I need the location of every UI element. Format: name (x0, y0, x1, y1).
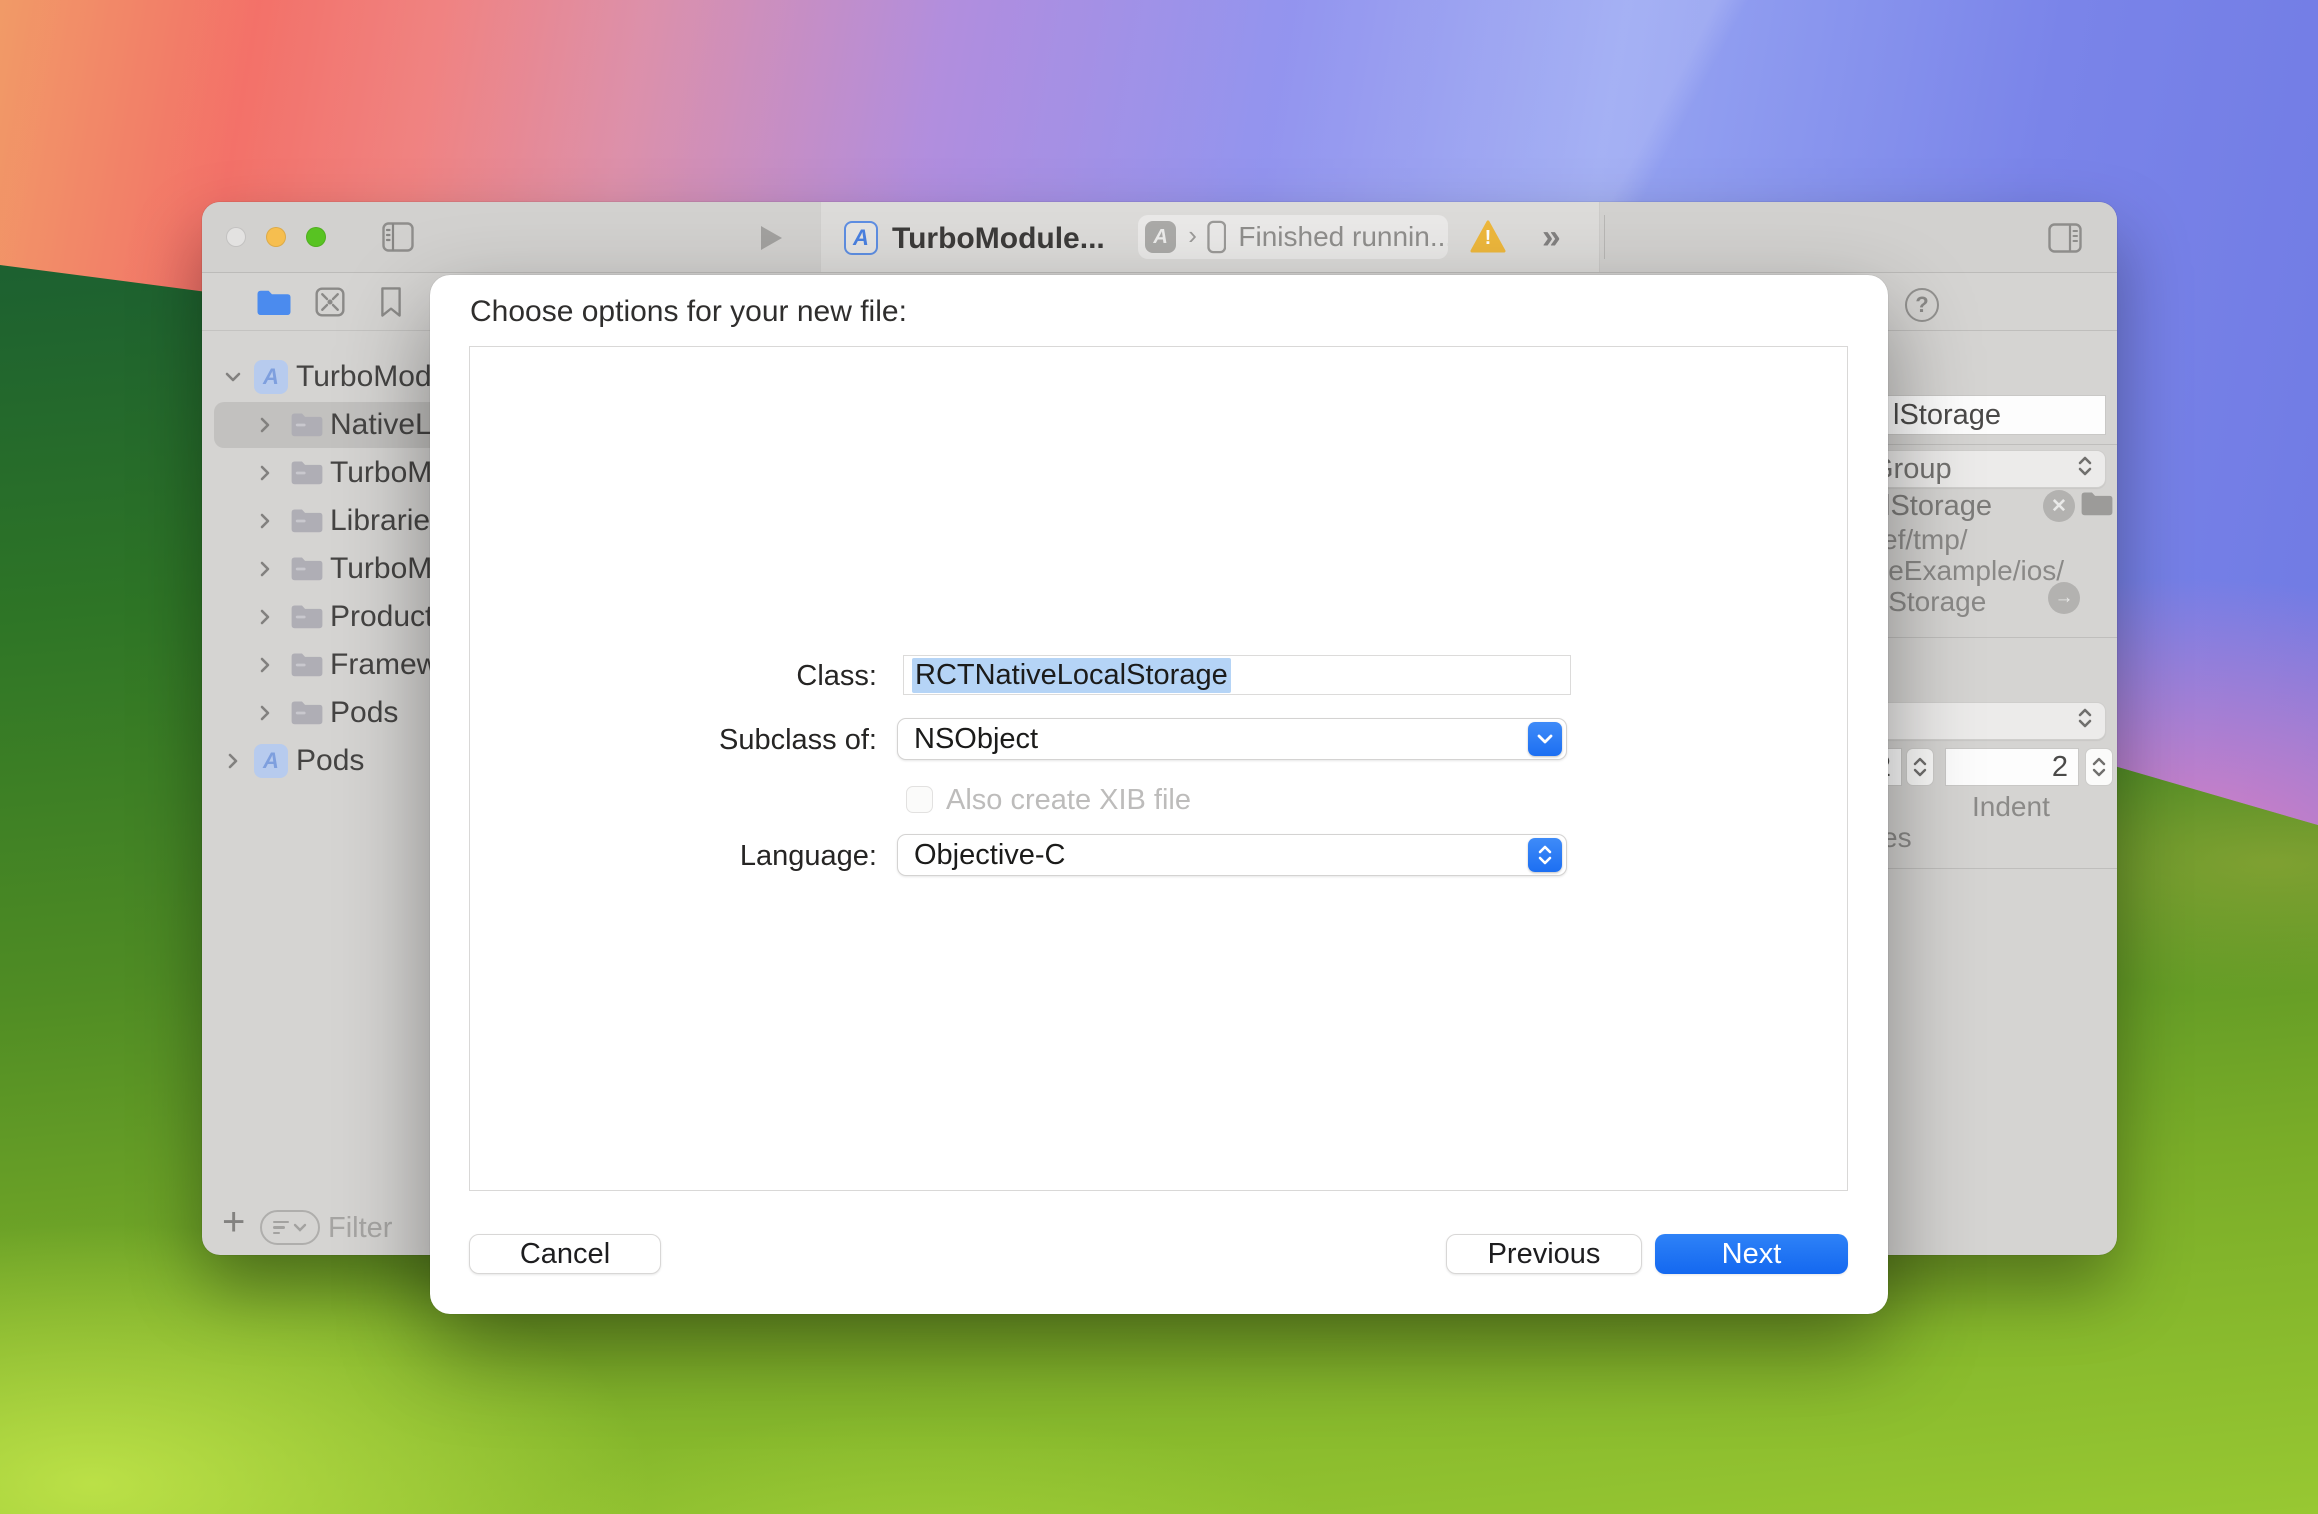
activity-status-pill[interactable]: A › Finished runnin... (1138, 215, 1448, 259)
chevron-right-icon[interactable] (254, 702, 276, 724)
chevron-down-icon (293, 1222, 307, 1234)
subclass-value: NSObject (914, 723, 1038, 756)
previous-button[interactable]: Previous (1446, 1234, 1642, 1274)
xcode-project-icon: A (254, 360, 288, 394)
indent-amount-value: 2 (2052, 751, 2068, 784)
stepper-control[interactable] (2085, 748, 2113, 786)
sidebar-toggle-icon[interactable] (382, 222, 414, 252)
tree-label: Libraries (330, 504, 445, 538)
cancel-button[interactable]: Cancel (469, 1234, 661, 1274)
language-popup[interactable]: Objective-C (897, 834, 1567, 876)
chevron-right-icon[interactable] (254, 414, 276, 436)
path-line: leExample/ios/ (1882, 555, 2064, 587)
folder-icon (290, 411, 324, 444)
tree-label: Pods (296, 744, 364, 778)
bookmark-navigator-tab-icon[interactable] (378, 286, 404, 318)
inspector-divider (1874, 444, 2117, 445)
warning-icon[interactable]: ! (1470, 220, 1506, 254)
traffic-close-button[interactable] (226, 227, 246, 247)
inspector-divider (1858, 330, 2117, 331)
indent-label: Indent (1972, 791, 2050, 823)
chevron-down-icon[interactable] (222, 366, 244, 388)
chevron-right-icon[interactable] (254, 558, 276, 580)
traffic-minimize-button[interactable] (266, 227, 286, 247)
dialog-options-box (469, 346, 1848, 1191)
xcode-project-icon: A (254, 744, 288, 778)
folder-icon[interactable] (2080, 490, 2114, 523)
toolbar-project-title[interactable]: TurboModule... (892, 222, 1105, 256)
crash-navigator-tab-icon[interactable] (314, 286, 346, 318)
class-input[interactable]: RCTNativeLocalStorage (903, 655, 1571, 695)
chevron-right-icon[interactable] (254, 654, 276, 676)
inspector-divider (1858, 868, 2117, 869)
status-app-icon: A (1145, 221, 1176, 253)
folder-icon (290, 507, 324, 540)
arrow-right-icon[interactable]: → (2048, 582, 2080, 614)
run-play-icon[interactable] (758, 224, 784, 252)
location-popup[interactable]: Group (1858, 450, 2106, 488)
tree-label: TurboMod (296, 360, 432, 394)
folder-icon (290, 651, 324, 684)
inspector-divider (1858, 637, 2117, 638)
file-reference-name: lStorage (1884, 490, 1992, 523)
folder-icon (290, 603, 324, 636)
project-app-icon[interactable]: A (844, 221, 878, 255)
language-label: Language: (517, 840, 877, 873)
inspector-name-value: lStorage (1893, 399, 2001, 432)
xib-checkbox[interactable] (906, 786, 933, 813)
chevron-up-down-icon (2077, 705, 2093, 738)
status-chevron-icon: › (1188, 220, 1197, 251)
next-button[interactable]: Next (1655, 1234, 1848, 1274)
close-icon[interactable]: ✕ (2043, 490, 2075, 522)
dialog-title: Choose options for your new file: (470, 295, 907, 329)
chevron-up-down-icon (2077, 453, 2093, 486)
indent-amount-field[interactable]: 2 (1945, 748, 2079, 786)
text-settings-popup[interactable] (1858, 702, 2106, 740)
tree-label: Pods (330, 696, 398, 730)
toolbar: A TurboModule... A › Finished runnin... … (202, 202, 2117, 273)
folder-icon (290, 459, 324, 492)
toolbar-separator (1604, 215, 1605, 259)
chevron-up-down-icon[interactable] (1528, 838, 1562, 872)
folder-icon (290, 699, 324, 732)
project-navigator-tab-icon[interactable] (256, 288, 292, 318)
stepper-control[interactable] (1906, 748, 1934, 786)
xib-checkbox-label: Also create XIB file (946, 784, 1191, 817)
chevron-down-icon[interactable] (1528, 722, 1562, 756)
filter-lines-icon (273, 1221, 289, 1235)
traffic-zoom-button[interactable] (306, 227, 326, 247)
language-value: Objective-C (914, 839, 1066, 872)
chevron-right-icon[interactable] (254, 510, 276, 532)
new-file-options-dialog: Choose options for your new file: Class:… (430, 275, 1888, 1314)
inspector-name-field[interactable]: lStorage (1882, 395, 2106, 435)
subclass-label: Subclass of: (517, 724, 877, 757)
status-message: Finished runnin... (1238, 221, 1448, 253)
class-value-selected: RCTNativeLocalStorage (912, 658, 1231, 693)
help-icon[interactable]: ? (1905, 288, 1939, 322)
filter-options-icon[interactable] (260, 1210, 320, 1245)
chevron-right-icon[interactable] (254, 606, 276, 628)
add-item-button[interactable]: + (222, 1200, 245, 1245)
inspector-toggle-icon[interactable] (2048, 223, 2082, 253)
path-line: ef/tmp/ (1882, 524, 1968, 556)
class-label: Class: (517, 660, 877, 693)
status-device-icon (1207, 220, 1227, 254)
toolbar-overflow-icon[interactable]: ›› (1542, 218, 1557, 257)
chevron-right-icon[interactable] (222, 750, 244, 772)
chevron-right-icon[interactable] (254, 462, 276, 484)
folder-icon (290, 555, 324, 588)
subclass-combobox[interactable]: NSObject (897, 718, 1567, 760)
path-line: lStorage (1882, 586, 1986, 618)
